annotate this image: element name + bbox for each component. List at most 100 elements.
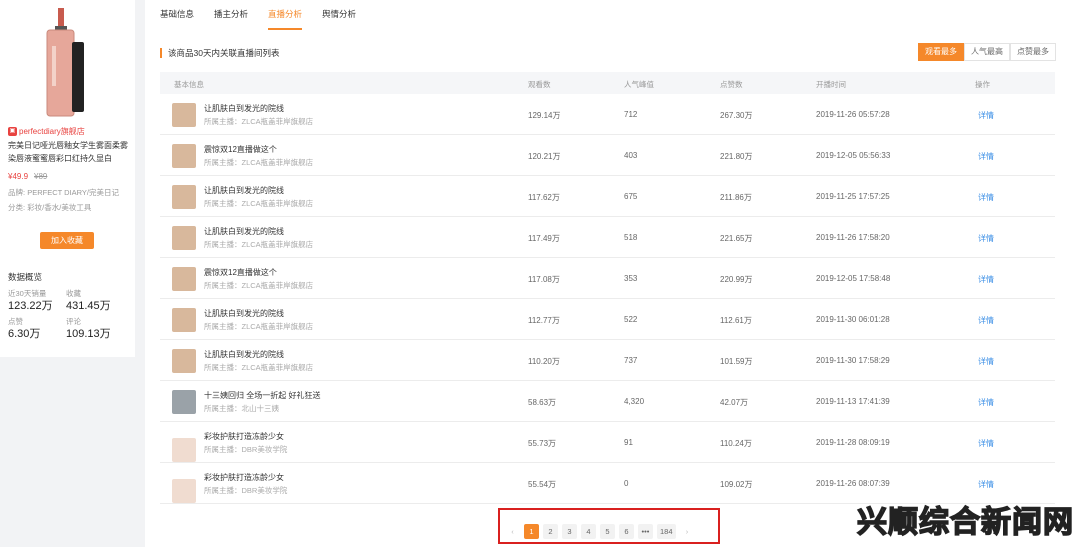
tab-streamer-analysis[interactable]: 播主分析 — [214, 0, 248, 30]
detail-link[interactable]: 详情 — [978, 192, 994, 203]
product-price: ¥49.9 ¥89 — [8, 172, 47, 181]
overview-label: 点赞 — [8, 317, 23, 326]
live-title[interactable]: 震惊双12直播做这个 — [204, 267, 277, 278]
host-name: ZLCA瓶盖菲岸旗舰店 — [241, 158, 314, 167]
live-title[interactable]: 让肌肤白到发光的院线 — [204, 103, 284, 114]
table-row: 让肌肤白到发光的院线 所属主播：ZLCA瓶盖菲岸旗舰店 117.49万 518 221.… — [160, 217, 1055, 258]
product-image — [46, 8, 84, 117]
live-host: 所属主播：ZLCA瓶盖菲岸旗舰店 — [204, 198, 313, 209]
page-button-3[interactable]: 3 — [562, 524, 577, 539]
likes-cell: 211.86万 — [720, 193, 752, 202]
live-host: 所属主播：ZLCA瓶盖菲岸旗舰店 — [204, 280, 313, 291]
detail-link[interactable]: 详情 — [978, 356, 994, 367]
start-time-cell: 2019-11-26 17:58:20 — [816, 233, 890, 242]
live-thumbnail[interactable] — [172, 144, 196, 168]
views-cell: 117.08万 — [528, 275, 560, 284]
live-thumbnail[interactable] — [172, 438, 196, 462]
start-time-cell: 2019-12-05 05:56:33 — [816, 151, 891, 160]
likes-cell: 267.30万 — [720, 111, 753, 120]
host-prefix: 所属主播： — [204, 363, 242, 372]
detail-link[interactable]: 详情 — [978, 233, 994, 244]
detail-link[interactable]: 详情 — [978, 479, 994, 490]
tab-live-analysis[interactable]: 直播分析 — [268, 0, 303, 30]
live-thumbnail[interactable] — [172, 390, 196, 414]
likes-cell: 221.80万 — [720, 152, 753, 161]
host-name: ZLCA瓶盖菲岸旗舰店 — [241, 322, 314, 331]
header-views: 观看数 — [528, 80, 551, 89]
host-name: 北山十三姨 — [241, 404, 280, 413]
views-cell: 117.62万 — [528, 193, 560, 202]
host-prefix: 所属主播： — [204, 281, 242, 290]
live-title[interactable]: 彩妆护肤打造冻龄少女 — [204, 431, 284, 442]
start-time-cell: 2019-11-26 08:07:39 — [816, 479, 890, 488]
live-thumbnail[interactable] — [172, 349, 196, 373]
start-time-cell: 2019-11-30 17:58:29 — [816, 356, 890, 365]
host-prefix: 所属主播： — [204, 199, 242, 208]
host-name: DBR美妆学院 — [241, 445, 288, 454]
add-favorite-button[interactable]: 加入收藏 — [40, 232, 94, 249]
start-time-cell: 2019-11-30 06:01:28 — [816, 315, 890, 324]
detail-link[interactable]: 详情 — [978, 274, 994, 285]
sort-highest-popularity[interactable]: 人气最高 — [964, 43, 1010, 61]
live-thumbnail[interactable] — [172, 308, 196, 332]
detail-link[interactable]: 详情 — [978, 397, 994, 408]
live-title[interactable]: 让肌肤白到发光的院线 — [204, 226, 284, 237]
host-name: DBR美妆学院 — [241, 486, 288, 495]
detail-link[interactable]: 详情 — [978, 151, 994, 162]
detail-link[interactable]: 详情 — [978, 110, 994, 121]
host-prefix: 所属主播： — [204, 322, 242, 331]
detail-link[interactable]: 详情 — [978, 438, 994, 449]
live-title[interactable]: 让肌肤白到发光的院线 — [204, 185, 284, 196]
live-host: 所属主播：ZLCA瓶盖菲岸旗舰店 — [204, 239, 313, 250]
brand-label: 品牌: — [8, 188, 26, 197]
views-cell: 129.14万 — [528, 111, 561, 120]
header-start-time: 开播时间 — [816, 80, 846, 89]
live-title[interactable]: 彩妆护肤打造冻龄少女 — [204, 472, 284, 483]
likes-cell: 112.61万 — [720, 316, 752, 325]
live-thumbnail[interactable] — [172, 479, 196, 503]
peak-cell: 522 — [624, 315, 638, 324]
live-thumbnail[interactable] — [172, 103, 196, 127]
main-panel: 基础信息 播主分析 直播分析 舆情分析 该商品30天内关联直播间列表 观看最多 … — [145, 0, 1080, 547]
sort-most-viewed[interactable]: 观看最多 — [918, 43, 964, 61]
page-button-2[interactable]: 2 — [543, 524, 558, 539]
live-title[interactable]: 让肌肤白到发光的院线 — [204, 308, 284, 319]
live-title[interactable]: 震惊双12直播做这个 — [204, 144, 277, 155]
prev-page-button[interactable]: ‹ — [505, 524, 520, 539]
page-ellipsis[interactable]: ••• — [638, 524, 653, 539]
peak-cell: 353 — [624, 274, 638, 283]
live-title[interactable]: 十三姨回归 全场一折起 好礼狂送 — [204, 390, 320, 401]
peak-cell: 403 — [624, 151, 638, 160]
sort-most-liked[interactable]: 点赞最多 — [1010, 43, 1056, 61]
shop-name[interactable]: ▣ perfectdiary旗舰店 — [8, 126, 85, 137]
likes-cell: 101.59万 — [720, 357, 753, 366]
table-row: 彩妆护肤打造冻龄少女 所属主播：DBR美妆学院 55.73万 91 110.24万 201… — [160, 422, 1055, 463]
live-thumbnail[interactable] — [172, 185, 196, 209]
views-cell: 112.77万 — [528, 316, 560, 325]
host-name: ZLCA瓶盖菲岸旗舰店 — [241, 199, 314, 208]
page-button-6[interactable]: 6 — [619, 524, 634, 539]
tab-sentiment-analysis[interactable]: 舆情分析 — [322, 0, 356, 30]
tab-basic-info[interactable]: 基础信息 — [160, 0, 194, 30]
live-thumbnail[interactable] — [172, 226, 196, 250]
header-action: 操作 — [975, 80, 990, 89]
page-button-184[interactable]: 184 — [657, 524, 676, 539]
table-row: 让肌肤白到发光的院线 所属主播：ZLCA瓶盖菲岸旗舰店 110.20万 737 101.… — [160, 340, 1055, 381]
page-button-1[interactable]: 1 — [524, 524, 539, 539]
watermark: 兴顺综合新闻网 — [856, 505, 1074, 540]
overview-value: 431.45万 — [66, 300, 111, 312]
shop-label[interactable]: perfectdiary旗舰店 — [19, 126, 85, 137]
page-button-5[interactable]: 5 — [600, 524, 615, 539]
live-thumbnail[interactable] — [172, 267, 196, 291]
live-host: 所属主播：ZLCA瓶盖菲岸旗舰店 — [204, 116, 313, 127]
detail-link[interactable]: 详情 — [978, 315, 994, 326]
likes-cell: 220.99万 — [720, 275, 753, 284]
table-row: 让肌肤白到发光的院线 所属主播：ZLCA瓶盖菲岸旗舰店 112.77万 522 112.… — [160, 299, 1055, 340]
views-cell: 110.20万 — [528, 357, 560, 366]
host-name: ZLCA瓶盖菲岸旗舰店 — [241, 117, 314, 126]
next-page-button[interactable]: › — [679, 524, 695, 539]
page-button-4[interactable]: 4 — [581, 524, 596, 539]
live-title[interactable]: 让肌肤白到发光的院线 — [204, 349, 284, 360]
category-label: 分类: — [8, 203, 26, 212]
views-cell: 58.63万 — [528, 398, 557, 407]
